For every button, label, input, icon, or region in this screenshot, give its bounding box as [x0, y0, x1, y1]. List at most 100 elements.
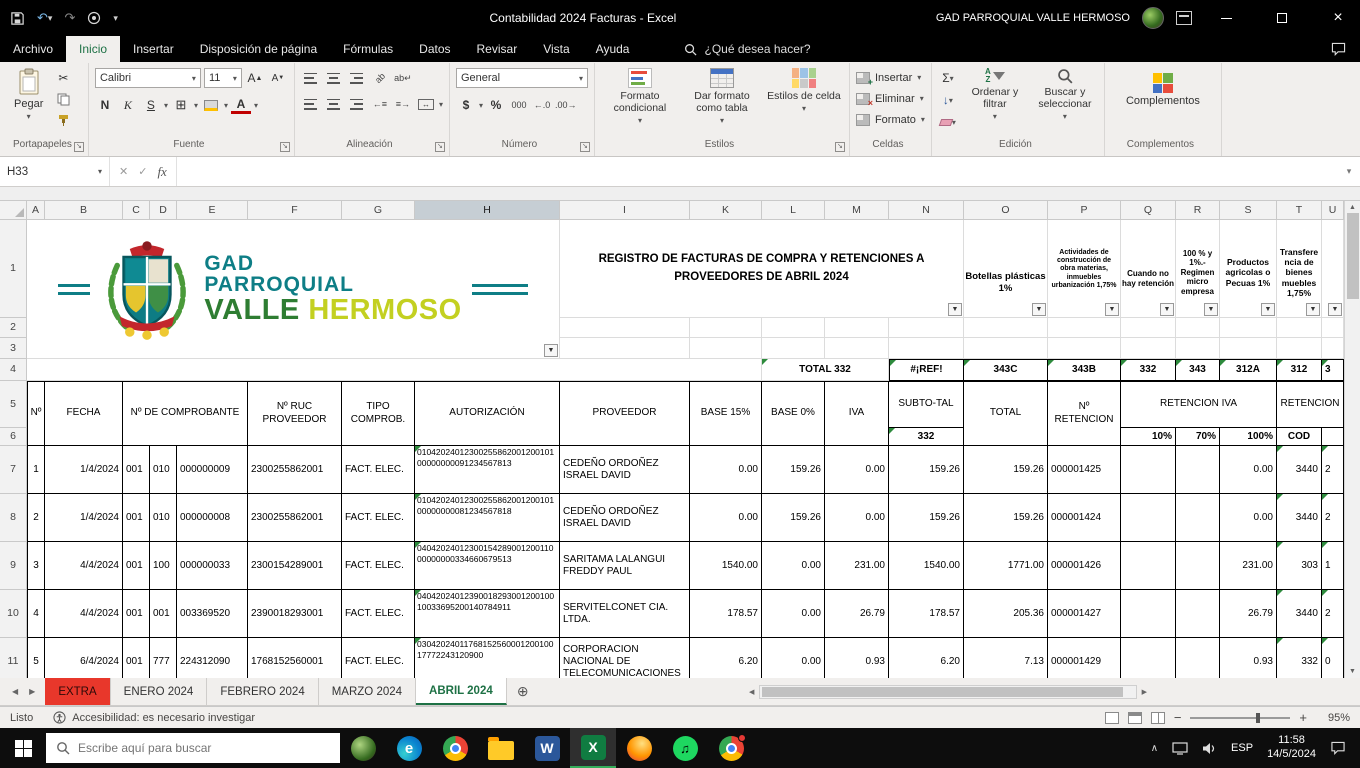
- cell[interactable]: [690, 338, 762, 359]
- vertical-scrollbar[interactable]: ▲ ▼: [1344, 201, 1360, 678]
- column-header-U[interactable]: U: [1322, 201, 1344, 220]
- filter-dropdown-icon[interactable]: ▼: [1160, 303, 1174, 316]
- cell-A7[interactable]: 1: [27, 446, 45, 494]
- cell-P7[interactable]: 000001425: [1048, 446, 1121, 494]
- cell-logo[interactable]: GAD PARROQUIAL VALLE HERMOSO ▼: [27, 220, 560, 359]
- dialog-launcher-icon[interactable]: ↘: [280, 142, 290, 152]
- header-retencion-iva[interactable]: RETENCION IVA: [1121, 381, 1277, 428]
- align-bottom-button[interactable]: [347, 69, 367, 87]
- name-box[interactable]: H33▾: [0, 157, 110, 186]
- addins-button[interactable]: Complementos: [1120, 67, 1206, 108]
- header-comprobante[interactable]: Nº DE COMPROBANTE: [123, 381, 248, 446]
- cell-styles-button[interactable]: Estilos de celda ▾: [765, 67, 843, 113]
- sheet-tab-abril[interactable]: ABRIL 2024: [416, 678, 507, 705]
- column-header-P[interactable]: P: [1048, 201, 1121, 220]
- cell-N10[interactable]: 178.57: [889, 590, 964, 638]
- zoom-in-button[interactable]: +: [1299, 710, 1307, 725]
- cell-R11[interactable]: [1176, 638, 1220, 678]
- cell-total-332[interactable]: TOTAL 332: [762, 359, 889, 381]
- confirm-entry-icon[interactable]: ✓: [138, 165, 147, 178]
- borders-button[interactable]: ⊞: [171, 96, 191, 114]
- page-break-view-icon[interactable]: [1151, 712, 1165, 724]
- header-total[interactable]: TOTAL: [964, 381, 1048, 446]
- cell-H11[interactable]: 0304202401176815256000120010017772243120…: [415, 638, 560, 678]
- cell[interactable]: [964, 338, 1048, 359]
- decrease-indent-button[interactable]: ←≡: [370, 95, 390, 113]
- align-center-button[interactable]: [324, 95, 344, 113]
- cell-S10[interactable]: 26.79: [1220, 590, 1277, 638]
- column-header-A[interactable]: A: [27, 201, 45, 220]
- align-left-button[interactable]: [301, 95, 321, 113]
- column-header-B[interactable]: B: [45, 201, 123, 220]
- accessibility-status[interactable]: Accesibilidad: es necesario investigar: [53, 711, 255, 724]
- undo-button[interactable]: ↶▾: [37, 10, 52, 26]
- header-ruc[interactable]: Nº RUC PROVEEDOR: [248, 381, 342, 446]
- filter-dropdown-icon[interactable]: ▼: [1306, 303, 1320, 316]
- cell-D8[interactable]: 010: [150, 494, 177, 542]
- merge-center-button[interactable]: ↔: [416, 95, 436, 113]
- cell[interactable]: [825, 338, 889, 359]
- align-middle-button[interactable]: [324, 69, 344, 87]
- header-proveedor[interactable]: PROVEEDOR: [560, 381, 690, 446]
- insert-cells-button[interactable]: + Insertar▾: [856, 67, 921, 88]
- taskbar-app-custom[interactable]: [340, 728, 386, 768]
- taskbar-search[interactable]: [46, 733, 340, 763]
- shrink-font-button[interactable]: A▼: [268, 69, 288, 87]
- cell[interactable]: [762, 338, 825, 359]
- cell-K10[interactable]: 178.57: [690, 590, 762, 638]
- select-all-corner[interactable]: [0, 201, 27, 220]
- cell-ref-error[interactable]: #¡REF!: [889, 359, 964, 381]
- header-autorizacion[interactable]: AUTORIZACIÓN: [415, 381, 560, 446]
- cell-I9[interactable]: SARITAMA LALANGUI FREDDY PAUL: [560, 542, 690, 590]
- cell[interactable]: [889, 318, 964, 338]
- cell-I8[interactable]: CEDEÑO ORDOÑEZ ISRAEL DAVID: [560, 494, 690, 542]
- cell-Q7[interactable]: [1121, 446, 1176, 494]
- header-70[interactable]: 70%: [1176, 428, 1220, 446]
- cell[interactable]: [560, 338, 690, 359]
- autosum-button[interactable]: Σ▾: [938, 69, 958, 87]
- header-fecha[interactable]: FECHA: [45, 381, 123, 446]
- tab-inicio[interactable]: Inicio: [66, 36, 120, 62]
- cell-C11[interactable]: 001: [123, 638, 150, 678]
- filter-dropdown-icon[interactable]: ▼: [948, 303, 962, 316]
- cell-code-332[interactable]: 332: [1121, 359, 1176, 381]
- zoom-level[interactable]: 95%: [1316, 712, 1350, 724]
- cell-cat-microempresa[interactable]: 100 % y 1%.- Regimen micro empresa▼: [1176, 220, 1220, 318]
- cell-P8[interactable]: 000001424: [1048, 494, 1121, 542]
- cell[interactable]: [889, 338, 964, 359]
- cell-G8[interactable]: FACT. ELEC.: [342, 494, 415, 542]
- sheet-tab-marzo[interactable]: MARZO 2024: [319, 678, 416, 705]
- hscroll-right-icon[interactable]: ▶: [1139, 688, 1150, 696]
- cell-Q8[interactable]: [1121, 494, 1176, 542]
- row-header-8[interactable]: 8: [0, 494, 27, 542]
- cell-E11[interactable]: 224312090: [177, 638, 248, 678]
- cell-P9[interactable]: 000001426: [1048, 542, 1121, 590]
- normal-view-icon[interactable]: [1105, 712, 1119, 724]
- cell[interactable]: [825, 318, 889, 338]
- cell-L9[interactable]: 0.00: [762, 542, 825, 590]
- tab-archivo[interactable]: Archivo: [0, 36, 66, 62]
- horizontal-scrollbar[interactable]: ◀ ▶: [746, 683, 1150, 700]
- font-color-button[interactable]: A: [231, 96, 251, 114]
- taskbar-app-excel[interactable]: X: [570, 728, 616, 768]
- cell-code-343B[interactable]: 343B: [1048, 359, 1121, 381]
- header-subtotal[interactable]: SUBTO-TAL: [889, 381, 964, 428]
- cell[interactable]: [1322, 338, 1344, 359]
- column-header-M[interactable]: M: [825, 201, 889, 220]
- header-base0[interactable]: BASE 0%: [762, 381, 825, 446]
- cell-Q10[interactable]: [1121, 590, 1176, 638]
- cell-C10[interactable]: 001: [123, 590, 150, 638]
- horizontal-scroll-thumb[interactable]: [762, 687, 1122, 697]
- header-100[interactable]: 100%: [1220, 428, 1277, 446]
- cell-code-343C[interactable]: 343C: [964, 359, 1048, 381]
- row-header-4[interactable]: 4: [0, 359, 27, 381]
- speaker-icon[interactable]: [1202, 742, 1217, 755]
- number-format-combo[interactable]: General▾: [456, 68, 588, 88]
- cell[interactable]: [27, 359, 762, 381]
- cell[interactable]: [1176, 338, 1220, 359]
- dialog-launcher-icon[interactable]: ↘: [835, 142, 845, 152]
- find-select-button[interactable]: Buscar y seleccionar ▾: [1032, 67, 1098, 121]
- zoom-slider-thumb[interactable]: [1256, 713, 1260, 723]
- taskbar-search-input[interactable]: [78, 741, 298, 755]
- cell-B10[interactable]: 4/4/2024: [45, 590, 123, 638]
